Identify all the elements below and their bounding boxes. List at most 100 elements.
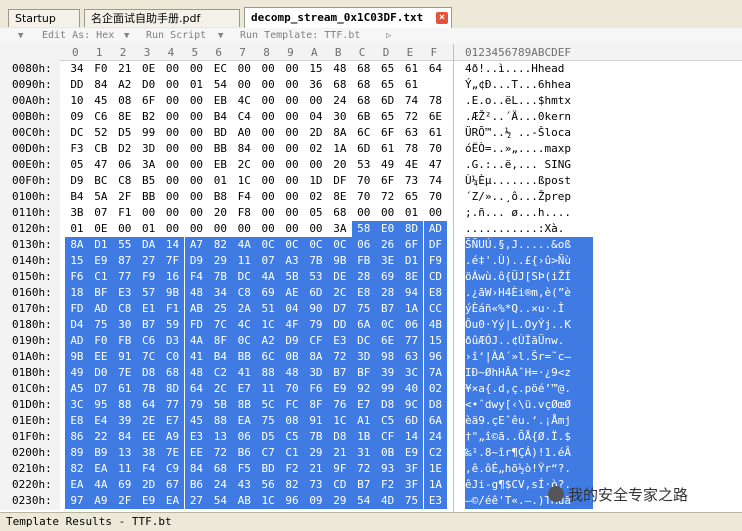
hex-byte[interactable]: 2D (304, 125, 328, 141)
hex-row[interactable]: 00E0h: 05 47 06 3A 00 00 EB 2C 00 00 00 20 53 49 4E 47 .G… (0, 157, 742, 173)
hex-byte[interactable]: 13 (112, 445, 137, 461)
hex-byte[interactable]: 48 (280, 365, 304, 381)
hex-byte[interactable]: B7 (327, 365, 352, 381)
hex-byte[interactable]: C2 (423, 445, 448, 461)
hex-byte[interactable]: E3 (112, 285, 137, 301)
hex-byte[interactable]: D9 (184, 253, 209, 269)
ascii-text[interactable]: óËÒ=..»„....maxp (465, 141, 571, 157)
hex-byte[interactable]: 68 (352, 61, 376, 77)
hex-byte[interactable]: 04 (304, 109, 328, 125)
hex-byte[interactable]: D0 (88, 365, 113, 381)
hex-byte[interactable]: 00 (280, 157, 304, 173)
hex-row[interactable]: 01C0h: A5 D7 61 7B 8D 64 2C E7 11 70 F6 E9 92 99 40 02 ¥×… (0, 381, 742, 397)
hex-byte[interactable]: E1 (136, 301, 161, 317)
hex-byte[interactable]: 2C (208, 381, 233, 397)
hex-byte[interactable]: 21 (113, 61, 137, 77)
ascii-text[interactable]: ŠÑUÚ.§‚J.....&oß (465, 237, 593, 253)
hex-byte[interactable]: 18 (65, 285, 89, 301)
hex-byte[interactable]: DA (136, 237, 161, 253)
ascii-text[interactable]: ...........:Xà.­ (465, 221, 564, 237)
hex-byte[interactable]: 00 (161, 77, 185, 93)
hex-byte[interactable]: 4F (280, 317, 304, 333)
hex-byte[interactable]: 01 (185, 77, 209, 93)
hex-byte[interactable]: D8 (423, 397, 448, 413)
hex-byte[interactable]: 00 (256, 205, 280, 221)
hex-byte[interactable]: 7B (136, 381, 161, 397)
hex-byte[interactable]: 3D (351, 349, 376, 365)
hex-byte[interactable]: 5A (89, 189, 113, 205)
hex-row[interactable]: 00F0h: D9 BC C8 B5 00 00 01 1C 00 00 1D DF 70 6F 73 74 Ù¼… (0, 173, 742, 189)
hex-byte[interactable]: 54 (208, 77, 232, 93)
hex-byte[interactable]: 00 (424, 205, 448, 221)
hex-byte[interactable]: 9B (65, 349, 89, 365)
hex-byte[interactable]: 2D (136, 477, 161, 493)
hex-byte[interactable]: 00 (208, 221, 232, 237)
hex-byte[interactable]: E9 (136, 493, 161, 509)
hex-byte[interactable]: 28 (375, 285, 400, 301)
hex-byte[interactable]: 40 (399, 381, 424, 397)
hex-byte[interactable]: 0C (232, 333, 257, 349)
hex-byte[interactable]: 75 (399, 493, 424, 509)
hex-byte[interactable]: F0 (89, 61, 113, 77)
hex-byte[interactable]: EA (65, 477, 89, 493)
hex-byte[interactable]: C8 (113, 173, 137, 189)
hex-byte[interactable]: 75 (351, 301, 376, 317)
chevron-down-icon[interactable]: ▼ (124, 28, 129, 44)
hex-byte[interactable]: 61 (400, 61, 424, 77)
hex-byte[interactable]: 64 (424, 61, 448, 77)
hex-byte[interactable]: 4B (423, 317, 448, 333)
ascii-text[interactable]: ­ðûÆÓJ..¢ÙÏãÜnw. (465, 333, 593, 349)
hex-byte[interactable]: 3C (65, 397, 89, 413)
hex-byte[interactable]: F2 (375, 477, 400, 493)
hex-byte[interactable]: 01 (208, 173, 232, 189)
hex-byte[interactable]: 6D (304, 285, 328, 301)
hex-byte[interactable]: B4 (65, 189, 89, 205)
hex-byte[interactable]: 29 (304, 445, 328, 461)
hex-byte[interactable]: F9 (423, 253, 448, 269)
hex-byte[interactable]: 00 (161, 157, 185, 173)
hex-byte[interactable]: 92 (351, 381, 376, 397)
hex-byte[interactable]: 6A (351, 317, 376, 333)
hex-byte[interactable]: C9 (160, 461, 185, 477)
hex-byte[interactable]: 27 (136, 253, 161, 269)
hex-byte[interactable]: 11 (256, 381, 281, 397)
ascii-text[interactable]: öÁwù.ô{ÜJ[SÞ(iŽÍ (465, 269, 593, 285)
hex-byte[interactable]: 00 (280, 189, 304, 205)
hex-byte[interactable]: 00 (280, 61, 304, 77)
hex-byte[interactable]: EE (184, 445, 209, 461)
hex-byte[interactable]: 79 (304, 317, 328, 333)
hex-byte[interactable]: 6C (256, 349, 281, 365)
hex-byte[interactable]: 72 (327, 349, 352, 365)
hex-byte[interactable]: 24 (423, 429, 448, 445)
hex-byte[interactable]: AB (232, 493, 257, 509)
hex-byte[interactable]: 06 (399, 317, 424, 333)
hex-byte[interactable]: E0 (375, 221, 400, 237)
hex-byte[interactable]: DD (327, 317, 352, 333)
hex-byte[interactable]: 00 (256, 141, 280, 157)
hex-byte[interactable]: CF (375, 429, 400, 445)
hex-byte[interactable]: 00 (256, 109, 280, 125)
hex-byte[interactable]: 07 (256, 253, 281, 269)
hex-byte[interactable]: 3A (137, 157, 161, 173)
hex-byte[interactable]: 58 (351, 221, 376, 237)
hex-byte[interactable]: 00 (185, 157, 209, 173)
hex-byte[interactable]: E9 (327, 381, 352, 397)
hex-byte[interactable]: 7C (208, 317, 233, 333)
hex-byte[interactable]: A9 (160, 429, 185, 445)
hex-byte[interactable]: 00 (280, 173, 304, 189)
hex-byte[interactable]: 82 (280, 477, 304, 493)
hex-byte[interactable]: FD (184, 317, 209, 333)
hex-byte[interactable]: 0B (375, 445, 400, 461)
hex-byte[interactable]: 00 (376, 205, 400, 221)
hex-byte[interactable]: 98 (375, 349, 400, 365)
hex-byte[interactable]: 6C (352, 125, 376, 141)
hex-byte[interactable]: 97 (65, 493, 89, 509)
hex-byte[interactable]: 52 (89, 125, 113, 141)
hex-byte[interactable]: 88 (208, 413, 233, 429)
hex-byte[interactable]: 7C (136, 349, 161, 365)
hex-byte[interactable]: 00 (232, 61, 256, 77)
ascii-text[interactable]: ›î‘|ÀA´»l.Šr=˜c– (465, 349, 593, 365)
hex-byte[interactable]: 0C (280, 237, 304, 253)
hex-byte[interactable]: 68 (208, 461, 233, 477)
hex-byte[interactable]: 00 (280, 141, 304, 157)
